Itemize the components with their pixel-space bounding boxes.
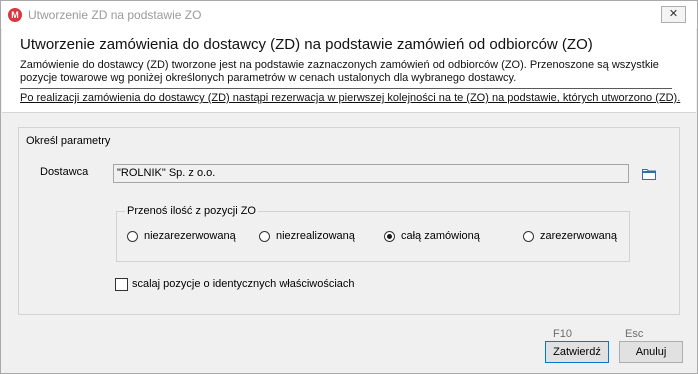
radio-circle-selected[interactable]	[384, 231, 395, 242]
radio-label: całą zamówioną	[401, 230, 480, 242]
parameters-legend: Określ parametry	[26, 135, 111, 147]
checkbox-box[interactable]	[115, 278, 128, 291]
radio-circle[interactable]	[523, 231, 534, 242]
checkbox-label: scalaj pozycje o identycznych właściwośc…	[132, 278, 355, 290]
title-bar[interactable]: M Utworzenie ZD na podstawie ZO ✕	[1, 1, 697, 30]
dialog-window: M Utworzenie ZD na podstawie ZO ✕ Utworz…	[0, 0, 698, 374]
header-note: Po realizacji zamówienia do dostawcy (ZD…	[20, 92, 681, 104]
confirm-shortcut-hint: F10	[553, 328, 572, 340]
header-description: Zamówienie do dostawcy (ZD) tworzone jes…	[20, 59, 659, 84]
supplier-field[interactable]: "ROLNIK" Sp. z o.o.	[113, 164, 629, 183]
supplier-label: Dostawca	[40, 166, 89, 178]
info-header: Utworzenie zamówienia do dostawcy (ZD) n…	[2, 29, 696, 113]
folder-icon[interactable]	[642, 168, 656, 180]
confirm-button[interactable]: Zatwierdź	[545, 341, 609, 363]
window-title: Utworzenie ZD na podstawie ZO	[28, 8, 202, 22]
header-title: Utworzenie zamówienia do dostawcy (ZD) n…	[20, 36, 593, 53]
radio-label: niezarezerwowaną	[144, 230, 236, 242]
radio-label: niezrealizowaną	[276, 230, 355, 242]
quantity-legend: Przenoś ilość z pozycji ZO	[125, 205, 258, 217]
close-button[interactable]: ✕	[661, 6, 686, 23]
radio-circle[interactable]	[259, 231, 270, 242]
radio-circle[interactable]	[127, 231, 138, 242]
radio-label: zarezerwowaną	[540, 230, 618, 242]
cancel-shortcut-hint: Esc	[625, 328, 644, 340]
header-divider	[20, 88, 672, 89]
app-logo-icon: M	[8, 8, 22, 22]
cancel-button[interactable]: Anuluj	[619, 341, 683, 363]
